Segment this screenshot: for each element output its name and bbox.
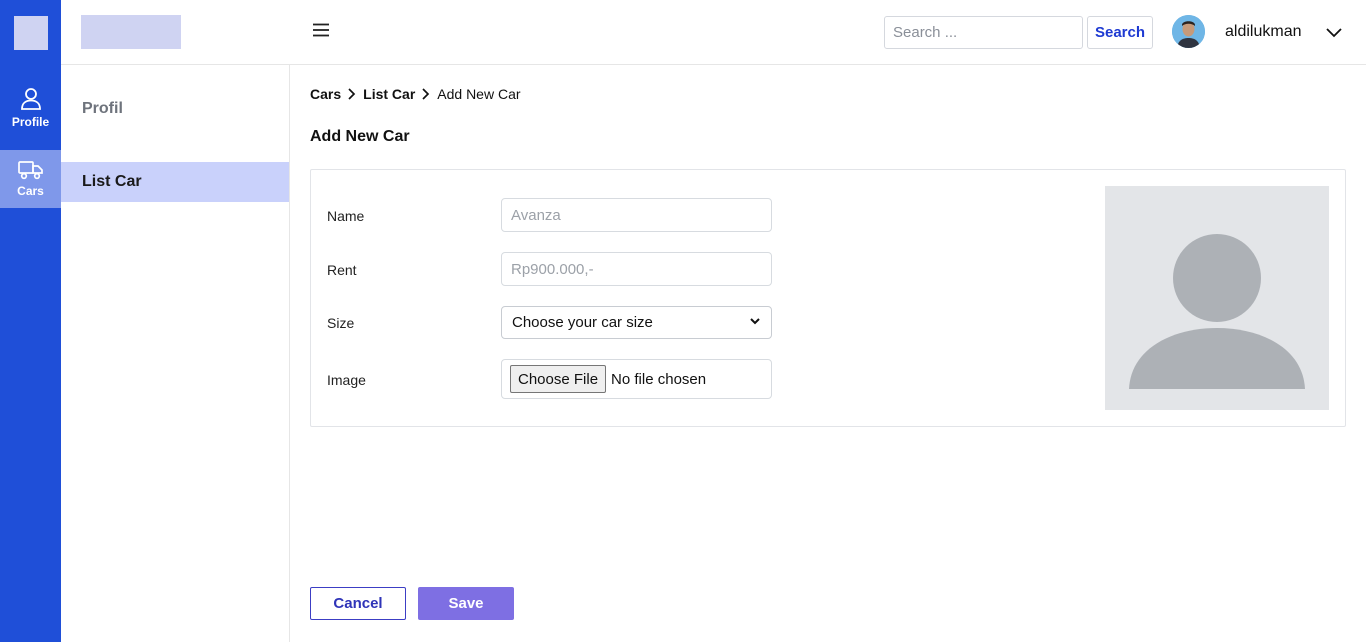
hamburger-menu-button[interactable] xyxy=(309,20,333,44)
rail-item-label: Profile xyxy=(11,115,50,129)
top-bar: Search aldilukman xyxy=(61,0,1366,65)
cancel-button[interactable]: Cancel xyxy=(310,587,406,620)
size-select-value: Choose your car size xyxy=(512,314,653,331)
name-input[interactable] xyxy=(501,198,772,232)
rail-item-profile[interactable]: Profile xyxy=(0,78,61,138)
sub-navigation: Profil List Car xyxy=(61,65,290,642)
file-status: No file chosen xyxy=(611,370,707,388)
logo-placeholder xyxy=(14,16,48,50)
user-icon xyxy=(20,87,42,111)
subnav-item-profil[interactable]: Profil xyxy=(61,89,289,129)
rail-item-cars[interactable]: Cars xyxy=(0,150,61,208)
save-button[interactable]: Save xyxy=(418,587,514,620)
image-preview xyxy=(1105,186,1329,410)
rail-item-label: Cars xyxy=(17,184,44,198)
size-label: Size xyxy=(327,315,355,331)
chevron-right-icon xyxy=(419,87,433,101)
chevron-down-icon[interactable] xyxy=(1323,22,1345,44)
truck-icon xyxy=(17,160,44,180)
icon-rail: Profile Cars xyxy=(0,0,61,642)
image-file-input: Choose File No file chosen xyxy=(501,359,772,399)
choose-file-button[interactable]: Choose File xyxy=(510,365,607,393)
breadcrumb-item-cars[interactable]: Cars xyxy=(310,86,341,102)
breadcrumb-item-current: Add New Car xyxy=(437,86,521,102)
size-select[interactable]: Choose your car size xyxy=(501,306,772,339)
avatar-placeholder-icon xyxy=(1129,234,1305,389)
subnav-item-list-car[interactable]: List Car xyxy=(61,162,289,202)
breadcrumb: Cars List Car Add New Car xyxy=(310,86,521,102)
search-button[interactable]: Search xyxy=(1087,16,1153,49)
page-title: Add New Car xyxy=(310,128,410,145)
search-input[interactable] xyxy=(884,16,1083,49)
chevron-right-icon xyxy=(345,87,359,101)
image-label: Image xyxy=(327,372,366,388)
chevron-down-icon xyxy=(749,314,761,331)
rent-label: Rent xyxy=(327,262,357,278)
breadcrumb-item-list-car[interactable]: List Car xyxy=(363,86,415,102)
hamburger-icon xyxy=(312,23,330,42)
username[interactable]: aldilukman xyxy=(1225,23,1301,41)
name-label: Name xyxy=(327,208,365,224)
add-car-form: Name Rent Size Choose your car size Imag… xyxy=(310,169,1346,427)
rent-input[interactable] xyxy=(501,252,772,286)
brand-placeholder xyxy=(81,15,181,49)
avatar[interactable] xyxy=(1172,15,1205,48)
